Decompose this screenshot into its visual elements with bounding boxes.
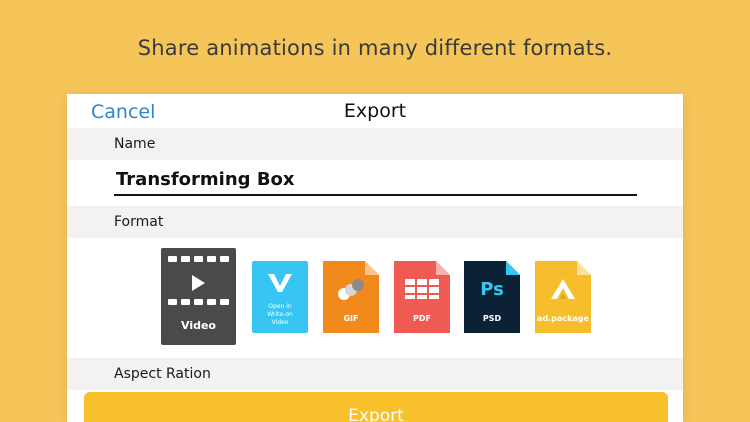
gif-fold — [365, 261, 379, 275]
format-video-label: Video — [181, 319, 216, 332]
pdf-pages-icon — [405, 279, 439, 299]
pdf-fold — [436, 261, 450, 275]
export-sheet: Cancel Export Name Format Video Open in … — [67, 94, 683, 422]
play-icon — [192, 275, 205, 291]
name-row — [67, 160, 683, 206]
export-button[interactable]: Export — [84, 392, 668, 422]
film-strip-bottom — [168, 299, 229, 305]
name-section-header: Name — [67, 128, 683, 160]
tagline: Share animations in many different forma… — [137, 36, 613, 60]
nav-bar: Cancel Export — [67, 94, 683, 128]
format-write-on-label: Open in Write-on Video — [267, 303, 293, 326]
adpackage-fold — [577, 261, 591, 275]
psd-fold — [506, 261, 520, 275]
film-strip-top — [168, 256, 229, 262]
format-section-header: Format — [67, 206, 683, 238]
format-adpackage-label: ad.package — [537, 314, 589, 323]
ad-package-icon — [551, 279, 575, 299]
format-options: Video Open in Write-on Video GIF PDF Ps … — [67, 238, 683, 358]
aspect-section-header: Aspect Ration — [67, 358, 683, 390]
name-section-label: Name — [114, 136, 156, 152]
format-gif-label: GIF — [343, 314, 359, 323]
format-gif-button[interactable]: GIF — [323, 261, 379, 333]
format-pdf-button[interactable]: PDF — [394, 261, 450, 333]
format-video-button[interactable]: Video — [161, 248, 236, 345]
format-adpackage-button[interactable]: ad.package — [535, 261, 591, 333]
write-on-v-icon — [268, 274, 292, 292]
name-input[interactable] — [114, 165, 637, 196]
nav-title: Export — [343, 100, 407, 122]
format-psd-label: PSD — [482, 314, 502, 323]
photoshop-icon: Ps — [480, 279, 504, 300]
format-write-on-button[interactable]: Open in Write-on Video — [252, 261, 308, 333]
aspect-section-label: Aspect Ration — [114, 366, 211, 382]
format-pdf-label: PDF — [413, 314, 431, 323]
format-psd-button[interactable]: Ps PSD — [464, 261, 520, 333]
gif-dots-icon — [338, 279, 364, 300]
format-section-label: Format — [114, 214, 164, 230]
